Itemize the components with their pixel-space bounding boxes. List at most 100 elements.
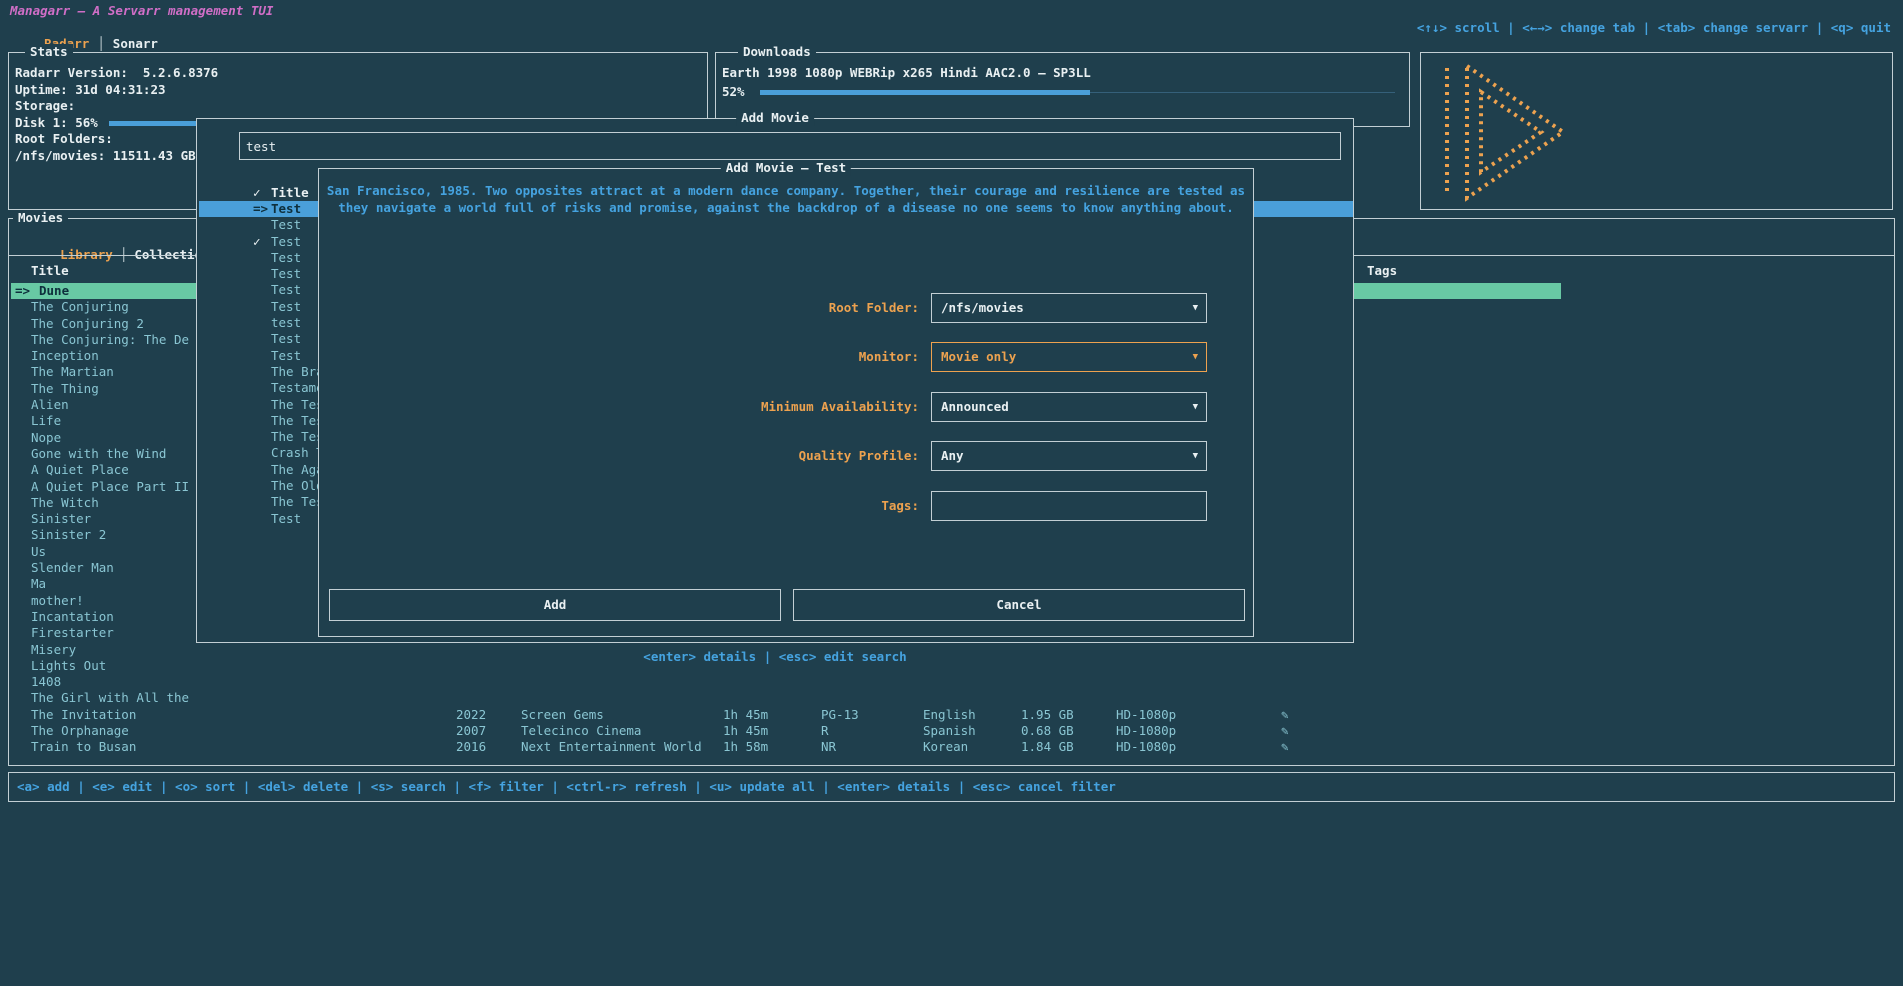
result-title: Test xyxy=(271,511,301,526)
movie-title: Sinister 2 xyxy=(31,527,106,542)
result-title: Test xyxy=(271,201,301,216)
tags-input[interactable] xyxy=(931,491,1207,521)
movie-studio: Screen Gems xyxy=(521,707,604,723)
minimum-availability-select[interactable]: Announced ▼ xyxy=(931,392,1207,422)
movie-detail-row: 2016 Next Entertainment World 1h 58m NR … xyxy=(11,739,1561,755)
movie-year: 2016 xyxy=(456,739,486,755)
tags-label: Tags: xyxy=(319,491,919,521)
result-title: Test xyxy=(271,348,301,363)
movie-title: The Martian xyxy=(31,364,114,379)
result-title: The Old xyxy=(271,478,324,493)
movie-detail-rows: 2022 Screen Gems 1h 45m PG-13 English 1.… xyxy=(11,707,1561,756)
result-title: Test xyxy=(271,250,301,265)
result-title: test xyxy=(271,315,301,330)
quality-profile-value: Any xyxy=(941,442,964,470)
managarr-app: Managarr – A Servarr management TUI Rada… xyxy=(0,0,1903,986)
movie-title: The Conjuring xyxy=(31,299,129,314)
movie-title: Sinister xyxy=(31,511,91,526)
app-title: Managarr – A Servarr management TUI xyxy=(10,3,273,19)
root-folder-line: /nfs/movies: 11511.43 GB xyxy=(15,148,196,164)
download-progress-bar xyxy=(760,90,1395,95)
minimum-availability-label: Minimum Availability: xyxy=(319,392,919,422)
monitor-select[interactable]: Movie only ▼ xyxy=(931,342,1207,372)
results-title-header: Title xyxy=(271,185,309,201)
movie-title: The Conjuring 2 xyxy=(31,316,144,331)
quality-profile-label: Quality Profile: xyxy=(319,441,919,471)
selection-arrow-icon: => xyxy=(15,283,39,299)
title-column-header: Title xyxy=(31,263,69,279)
field-monitor: Monitor: Movie only ▼ xyxy=(319,342,1253,372)
downloads-panel-title: Downloads xyxy=(738,44,816,60)
movie-size: 0.68 GB xyxy=(1021,723,1074,739)
bottom-keybindings: <a> add | <e> edit | <o> sort | <del> de… xyxy=(17,773,1116,801)
storage-label: Storage: xyxy=(15,98,75,114)
movie-size: 1.95 GB xyxy=(1021,707,1074,723)
root-folder-label: Root Folder: xyxy=(319,293,919,323)
result-title: Test xyxy=(271,299,301,314)
movie-title: Inception xyxy=(31,348,99,363)
movie-title: Us xyxy=(31,544,46,559)
movie-title: Incantation xyxy=(31,609,114,624)
managarr-logo-icon xyxy=(1441,58,1571,206)
radarr-version: Radarr Version: 5.2.6.8376 xyxy=(15,65,218,81)
result-title: Test xyxy=(271,266,301,281)
movie-title: Dune xyxy=(39,283,69,298)
movie-overview-line-2: they navigate a world full of risks and … xyxy=(319,200,1253,216)
disk-label: Disk 1: 56% xyxy=(15,115,98,131)
movie-year: 2022 xyxy=(456,707,486,723)
root-folders-label: Root Folders: xyxy=(15,131,113,147)
movie-title: A Quiet Place xyxy=(31,462,129,477)
movie-quality-profile: HD-1080p xyxy=(1116,723,1176,739)
movie-language: English xyxy=(923,707,976,723)
field-tags: Tags: xyxy=(319,491,1253,521)
minimum-availability-value: Announced xyxy=(941,393,1009,421)
field-minimum-availability: Minimum Availability: Announced ▼ xyxy=(319,392,1253,422)
tab-sonarr[interactable]: Sonarr xyxy=(113,36,158,51)
popup-keybindings: <enter> details | <esc> edit search xyxy=(196,649,1354,665)
dropdown-arrow-icon: ▼ xyxy=(1193,343,1198,371)
field-quality-profile: Quality Profile: Any ▼ xyxy=(319,441,1253,471)
movie-detail-row: 2007 Telecinco Cinema 1h 45m R Spanish 0… xyxy=(11,723,1561,739)
quality-profile-select[interactable]: Any ▼ xyxy=(931,441,1207,471)
movie-certification: PG-13 xyxy=(821,707,859,723)
tag-icon: ✎ xyxy=(1281,707,1289,723)
movie-search-input[interactable] xyxy=(246,133,1324,159)
dropdown-arrow-icon: ▼ xyxy=(1193,393,1198,421)
bottom-keybindings-bar: <a> add | <e> edit | <o> sort | <del> de… xyxy=(8,772,1895,802)
movie-studio: Telecinco Cinema xyxy=(521,723,641,739)
movie-title: Slender Man xyxy=(31,560,114,575)
movie-title: 1408 xyxy=(31,674,61,689)
root-folder-select[interactable]: /nfs/movies ▼ xyxy=(931,293,1207,323)
cancel-button[interactable]: Cancel xyxy=(793,589,1245,621)
movie-title: mother! xyxy=(31,593,84,608)
add-movie-popup: Add Movie ✓ Title =>Test Test ✓Test Test xyxy=(196,118,1354,707)
movie-title: Life xyxy=(31,413,61,428)
tag-icon: ✎ xyxy=(1281,739,1289,755)
add-movie-modal: Add Movie – Test San Francisco, 1985. Tw… xyxy=(318,168,1254,637)
movies-panel-title: Movies xyxy=(13,210,68,226)
movie-language: Korean xyxy=(923,739,968,755)
uptime: Uptime: 31d 04:31:23 xyxy=(15,82,166,98)
movie-title: Ma xyxy=(31,576,46,591)
row-marker-icon: ✓ xyxy=(253,234,271,250)
monitor-value: Movie only xyxy=(941,343,1016,371)
logo-panel xyxy=(1420,52,1893,210)
movie-runtime: 1h 45m xyxy=(723,707,768,723)
field-root-folder: Root Folder: /nfs/movies ▼ xyxy=(319,293,1253,323)
downloads-panel: Downloads Earth 1998 1080p WEBRip x265 H… xyxy=(715,52,1410,127)
monitor-label: Monitor: xyxy=(319,342,919,372)
add-button[interactable]: Add xyxy=(329,589,781,621)
movie-title: Gone with the Wind xyxy=(31,446,166,461)
tag-icon: ✎ xyxy=(1281,723,1289,739)
root-folder-value: /nfs/movies xyxy=(941,294,1024,322)
movie-quality-profile: HD-1080p xyxy=(1116,739,1176,755)
movie-certification: R xyxy=(821,723,829,739)
tags-column-header: Tags xyxy=(1367,263,1397,279)
movie-title: Lights Out xyxy=(31,658,106,673)
movie-title: The Witch xyxy=(31,495,99,510)
stats-panel-title: Stats xyxy=(25,44,73,60)
movie-certification: NR xyxy=(821,739,836,755)
check-column-header-icon: ✓ xyxy=(253,185,261,201)
download-item-title: Earth 1998 1080p WEBRip x265 Hindi AAC2.… xyxy=(722,65,1091,81)
result-title: Test xyxy=(271,282,301,297)
